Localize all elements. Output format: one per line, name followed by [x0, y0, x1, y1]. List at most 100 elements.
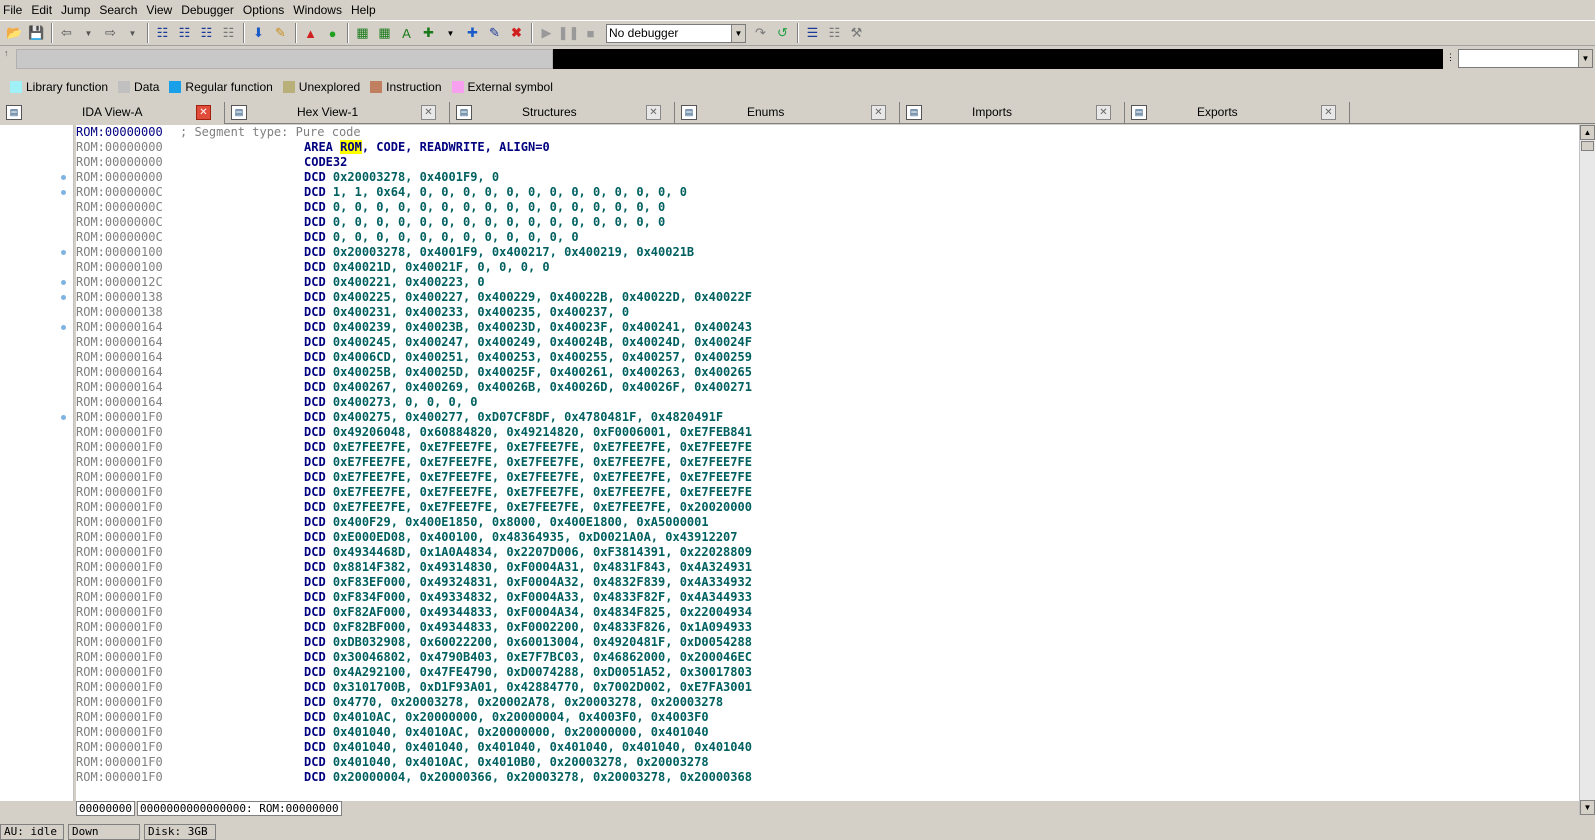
save-icon[interactable]: 💾	[26, 23, 47, 43]
listing-line[interactable]: ROM:00000138 DCD 0x400231, 0x400233, 0x40…	[76, 305, 1579, 320]
menu-view[interactable]: View	[143, 3, 178, 17]
create-struct-icon[interactable]: ✚	[418, 23, 439, 43]
listing-line[interactable]: ROM:000001F0 DCD 0x401040, 0x401040, 0x40…	[76, 740, 1579, 755]
close-icon[interactable]: ✕	[421, 105, 436, 120]
tab-imports[interactable]: ▤ Imports ✕	[900, 102, 1125, 124]
run-icon[interactable]: ▶	[536, 23, 557, 43]
listing-line[interactable]: ROM:000001F0 DCD 0x20000004, 0x20000366, …	[76, 770, 1579, 785]
pause-icon[interactable]: ❚❚	[558, 23, 580, 43]
menu-edit[interactable]: Edit	[28, 3, 58, 17]
trace-icon[interactable]: ☷	[824, 23, 845, 43]
listing-line[interactable]: ROM:000001F0 DCD 0x4A292100, 0x47FE4790, …	[76, 665, 1579, 680]
close-icon[interactable]: ✕	[1096, 105, 1111, 120]
listing-line[interactable]: ROM:0000000C DCD 1, 1, 0x64, 0, 0, 0, 0, …	[76, 185, 1579, 200]
create-data-icon[interactable]: ▦	[374, 23, 395, 43]
create-string-icon[interactable]: A	[396, 23, 417, 43]
debugger-select[interactable]: No debugger ▼	[606, 23, 746, 43]
listing-line[interactable]: ROM:000001F0 DCD 0xDB032908, 0x60022200, …	[76, 635, 1579, 650]
listing-line[interactable]: ROM:00000164 DCD 0x400239, 0x40023B, 0x40…	[76, 320, 1579, 335]
jump-down-icon[interactable]: ⬇	[248, 23, 269, 43]
listing-line[interactable]: ROM:00000000 ; Segment type: Pure code	[76, 125, 1579, 140]
listing-line[interactable]: ROM:00000164 DCD 0x400267, 0x400269, 0x40…	[76, 380, 1579, 395]
menu-file[interactable]: File	[0, 3, 28, 17]
scrollbar-thumb[interactable]	[1581, 141, 1594, 151]
close-icon[interactable]: ✕	[871, 105, 886, 120]
edit-function-icon[interactable]: ✎	[484, 23, 505, 43]
open-file-icon[interactable]: 📂	[4, 23, 25, 43]
listing-line[interactable]: ROM:00000000 AREA ROM, CODE, READWRITE, A…	[76, 140, 1579, 155]
listing-line[interactable]: ROM:000001F0 DCD 0xE7FEE7FE, 0xE7FEE7FE, …	[76, 455, 1579, 470]
listing-line[interactable]: ROM:00000164 DCD 0x40025B, 0x40025D, 0x40…	[76, 365, 1579, 380]
navigation-band[interactable]	[16, 49, 553, 69]
menu-debugger[interactable]: Debugger	[178, 3, 240, 17]
listing-line[interactable]: ROM:000001F0 DCD 0x401040, 0x4010AC, 0x40…	[76, 755, 1579, 770]
chevron-down-icon[interactable]: ▼	[1578, 50, 1592, 67]
tab-ida-view-a[interactable]: ▤ IDA View-A ✕	[0, 102, 225, 124]
tab-enums[interactable]: ▤ Enums ✕	[675, 102, 900, 124]
close-icon[interactable]: ✕	[646, 105, 661, 120]
listing-line[interactable]: ROM:00000138 DCD 0x400225, 0x400227, 0x40…	[76, 290, 1579, 305]
step-over-icon[interactable]: ↺	[772, 23, 793, 43]
search-immediate-icon[interactable]: ☷	[196, 23, 217, 43]
listing-line[interactable]: ROM:000001F0 DCD 0x8814F382, 0x49314830, …	[76, 560, 1579, 575]
listing-line[interactable]: ROM:000001F0 DCD 0x4770, 0x20003278, 0x20…	[76, 695, 1579, 710]
delete-x-icon[interactable]: ✖	[506, 23, 527, 43]
listing-line[interactable]: ROM:000001F0 DCD 0x49206048, 0x60884820, …	[76, 425, 1579, 440]
listing-line[interactable]: ROM:00000000 DCD 0x20003278, 0x4001F9, 0	[76, 170, 1579, 185]
listing-line[interactable]: ROM:000001F0 DCD 0xE000ED08, 0x400100, 0x…	[76, 530, 1579, 545]
menu-windows[interactable]: Windows	[290, 3, 348, 17]
navigation-band-black[interactable]	[553, 49, 1443, 69]
listing-line[interactable]: ROM:000001F0 DCD 0x30046802, 0x4790B403, …	[76, 650, 1579, 665]
menu-jump[interactable]: Jump	[58, 3, 96, 17]
back-arrow-icon[interactable]: ⇦	[56, 23, 77, 43]
close-icon[interactable]: ✕	[196, 105, 211, 120]
listing-line[interactable]: ROM:0000012C DCD 0x400221, 0x400223, 0	[76, 275, 1579, 290]
listing-line[interactable]: ROM:000001F0 DCD 0xF834F000, 0x49334832, …	[76, 590, 1579, 605]
listing-line[interactable]: ROM:000001F0 DCD 0x400F29, 0x400E1850, 0x…	[76, 515, 1579, 530]
listing-line[interactable]: ROM:000001F0 DCD 0x400275, 0x400277, 0xD0…	[76, 410, 1579, 425]
listing-line[interactable]: ROM:000001F0 DCD 0xF82BF000, 0x49344833, …	[76, 620, 1579, 635]
tab-structures[interactable]: ▤ Structures ✕	[450, 102, 675, 124]
step-into-icon[interactable]: ↷	[750, 23, 771, 43]
breakpoint-list-icon[interactable]: ☰	[802, 23, 823, 43]
warning-triangle-icon[interactable]: ▲	[300, 23, 321, 43]
listing-line[interactable]: ROM:000001F0 DCD 0xE7FEE7FE, 0xE7FEE7FE, …	[76, 440, 1579, 455]
segment-select[interactable]: ▼	[1458, 49, 1593, 68]
close-icon[interactable]: ✕	[1321, 105, 1336, 120]
menu-search[interactable]: Search	[96, 3, 143, 17]
listing-line[interactable]: ROM:000001F0 DCD 0x401040, 0x4010AC, 0x20…	[76, 725, 1579, 740]
search-binary-icon[interactable]: ☷	[174, 23, 195, 43]
struct-dropdown-icon[interactable]: ▼	[440, 23, 461, 43]
listing-line[interactable]: ROM:0000000C DCD 0, 0, 0, 0, 0, 0, 0, 0, …	[76, 200, 1579, 215]
forward-dropdown-icon[interactable]: ▼	[122, 23, 143, 43]
listing-line[interactable]: ROM:00000100 DCD 0x40021D, 0x40021F, 0, 0…	[76, 260, 1579, 275]
listing-line[interactable]: ROM:00000164 DCD 0x400273, 0, 0, 0, 0	[76, 395, 1579, 410]
listing-line[interactable]: ROM:0000000C DCD 0, 0, 0, 0, 0, 0, 0, 0, …	[76, 215, 1579, 230]
scroll-up-icon[interactable]: ▲	[1580, 125, 1595, 140]
listing-line[interactable]: ROM:000001F0 DCD 0x4934468D, 0x1A0A4834, …	[76, 545, 1579, 560]
listing-line[interactable]: ROM:00000164 DCD 0x4006CD, 0x400251, 0x40…	[76, 350, 1579, 365]
create-code-icon[interactable]: ▦	[352, 23, 373, 43]
tab-hex-view-1[interactable]: ▤ Hex View-1 ✕	[225, 102, 450, 124]
stop-icon[interactable]: ■	[580, 23, 601, 43]
chevron-down-icon[interactable]: ▼	[731, 24, 745, 42]
green-circle-icon[interactable]: ●	[322, 23, 343, 43]
listing-line[interactable]: ROM:000001F0 DCD 0xE7FEE7FE, 0xE7FEE7FE, …	[76, 485, 1579, 500]
listing-line[interactable]: ROM:0000000C DCD 0, 0, 0, 0, 0, 0, 0, 0, …	[76, 230, 1579, 245]
listing-line[interactable]: ROM:000001F0 DCD 0x4010AC, 0x20000000, 0x…	[76, 710, 1579, 725]
menu-options[interactable]: Options	[240, 3, 290, 17]
forward-arrow-icon[interactable]: ⇨	[100, 23, 121, 43]
listing-line[interactable]: ROM:00000164 DCD 0x400245, 0x400247, 0x40…	[76, 335, 1579, 350]
scroll-down-icon[interactable]: ▼	[1580, 800, 1595, 815]
vertical-scrollbar[interactable]: ▲ ▼	[1579, 125, 1595, 815]
listing-line[interactable]: ROM:000001F0 DCD 0xE7FEE7FE, 0xE7FEE7FE, …	[76, 500, 1579, 515]
listing-line[interactable]: ROM:000001F0 DCD 0x3101700B, 0xD1F93A01, …	[76, 680, 1579, 695]
disassembly-listing[interactable]: ROM:00000000; Segment type: Pure code ROM…	[76, 125, 1579, 801]
menu-help[interactable]: Help	[348, 3, 382, 17]
listing-line[interactable]: ROM:000001F0 DCD 0xF82AF000, 0x49344833, …	[76, 605, 1579, 620]
search-text-icon[interactable]: ☷	[152, 23, 173, 43]
create-function-icon[interactable]: ✚	[462, 23, 483, 43]
tools-icon[interactable]: ⚒	[846, 23, 867, 43]
tab-exports[interactable]: ▤ Exports ✕	[1125, 102, 1350, 124]
listing-line[interactable]: ROM:000001F0 DCD 0xE7FEE7FE, 0xE7FEE7FE, …	[76, 470, 1579, 485]
